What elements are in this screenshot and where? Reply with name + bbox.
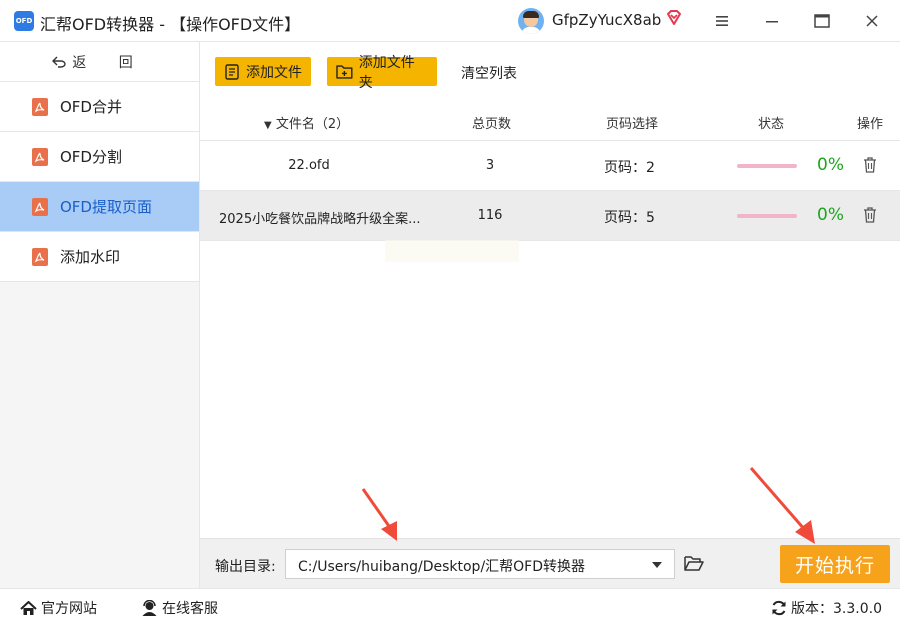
title-bar: OFD 汇帮OFD转换器 - 【操作OFD文件】 GfpZyYucX8ab — [0, 0, 900, 42]
maximize-icon — [814, 14, 830, 28]
minimize-icon — [766, 21, 778, 23]
online-service-link[interactable]: 在线客服 — [141, 598, 218, 618]
toolbar: 添加文件 添加文件夹 清空列表 — [200, 42, 900, 100]
sidebar-empty-area — [0, 282, 199, 588]
output-bar: 输出目录: C:/Users/huibang/Desktop/汇帮OFD转换器 … — [200, 538, 900, 588]
file-table-header: ▼ 文件名（2） 总页数 页码选择 状态 操作 — [200, 100, 900, 141]
add-folder-button[interactable]: 添加文件夹 — [327, 55, 437, 91]
close-icon — [866, 15, 878, 27]
add-folder-label: 添加文件夹 — [358, 54, 415, 91]
customer-service-icon — [142, 600, 157, 616]
progress-percent: 0% — [817, 205, 844, 225]
start-button[interactable]: 开始执行 — [780, 545, 890, 583]
progress-bar — [737, 214, 797, 218]
back-arrow-icon — [52, 56, 66, 68]
progress-percent: 0% — [817, 155, 844, 175]
column-header-page-range: 页码选择 — [606, 117, 659, 132]
add-folder-icon — [336, 65, 353, 79]
add-file-button[interactable]: 添加文件 — [215, 57, 311, 86]
window-title: 汇帮OFD转换器 - 【操作OFD文件】 — [40, 15, 301, 34]
sidebar-item-label: OFD分割 — [60, 148, 122, 166]
app-logo: OFD — [14, 11, 34, 31]
page-count: 116 — [477, 208, 503, 223]
delete-icon[interactable] — [863, 207, 877, 223]
pdf-file-icon — [32, 247, 48, 266]
sidebar-item-add-watermark[interactable]: 添加水印 — [0, 232, 199, 282]
page-range-input[interactable]: 页码：2 — [604, 157, 655, 177]
annotation-arrow-output — [361, 488, 397, 541]
home-icon — [20, 600, 37, 615]
minimize-button[interactable] — [759, 8, 785, 34]
refresh-icon — [772, 600, 786, 616]
page-count: 3 — [485, 158, 495, 173]
delete-icon[interactable] — [863, 157, 877, 173]
close-button[interactable] — [859, 8, 885, 34]
add-file-label: 添加文件 — [246, 64, 302, 81]
pdf-file-icon — [32, 197, 48, 216]
sidebar-item-label: 添加水印 — [60, 248, 121, 266]
vip-diamond-icon[interactable] — [665, 9, 683, 27]
sidebar-item-label: OFD合并 — [60, 98, 122, 116]
output-dir-path: C:/Users/huibang/Desktop/汇帮OFD转换器 — [298, 559, 586, 575]
output-dir-label: 输出目录: — [215, 559, 276, 575]
official-website-link[interactable]: 官方网站 — [20, 598, 97, 618]
table-row[interactable]: 22.ofd 3 页码：2 0% — [200, 141, 900, 191]
chevron-down-icon — [652, 562, 662, 568]
column-header-filename[interactable]: ▼ 文件名（2） — [264, 113, 349, 132]
column-header-pages: 总页数 — [472, 117, 512, 132]
status-bar: 官方网站 在线客服 版本：3.3.0.0 — [0, 588, 900, 622]
add-file-icon — [225, 63, 239, 80]
hamburger-icon — [716, 16, 728, 26]
output-dir-select[interactable]: C:/Users/huibang/Desktop/汇帮OFD转换器 — [285, 549, 675, 579]
back-label: 返 回 — [72, 54, 147, 71]
user-name[interactable]: GfpZyYucX8ab — [552, 11, 661, 29]
sidebar-item-label: OFD提取页面 — [60, 198, 152, 216]
menu-button[interactable] — [709, 8, 735, 34]
faint-watermark — [385, 240, 519, 262]
maximize-button[interactable] — [809, 8, 835, 34]
sidebar-item-ofd-extract-pages[interactable]: OFD提取页面 — [0, 182, 199, 232]
pdf-file-icon — [32, 147, 48, 166]
file-name: 22.ofd — [288, 158, 330, 173]
page-range-input[interactable]: 页码：5 — [604, 207, 655, 227]
column-header-status: 状态 — [758, 117, 785, 132]
back-button[interactable]: 返 回 — [0, 42, 199, 82]
file-name: 2025小吃餐饮品牌战略升级全案... — [219, 212, 421, 227]
column-header-actions: 操作 — [857, 117, 884, 132]
table-row[interactable]: 2025小吃餐饮品牌战略升级全案... 116 页码：5 0% — [200, 191, 900, 241]
version-info[interactable]: 版本：3.3.0.0 — [771, 598, 882, 618]
sidebar: 返 回 OFD合并 OFD分割 OFD提取页面 添加水印 — [0, 42, 200, 588]
sidebar-item-ofd-merge[interactable]: OFD合并 — [0, 82, 199, 132]
pdf-file-icon — [32, 97, 48, 116]
open-folder-icon[interactable] — [684, 555, 704, 572]
clear-list-button[interactable]: 清空列表 — [461, 63, 517, 83]
user-avatar[interactable] — [518, 8, 544, 34]
sidebar-item-ofd-split[interactable]: OFD分割 — [0, 132, 199, 182]
progress-bar — [737, 164, 797, 168]
sort-desc-icon: ▼ — [264, 120, 272, 131]
